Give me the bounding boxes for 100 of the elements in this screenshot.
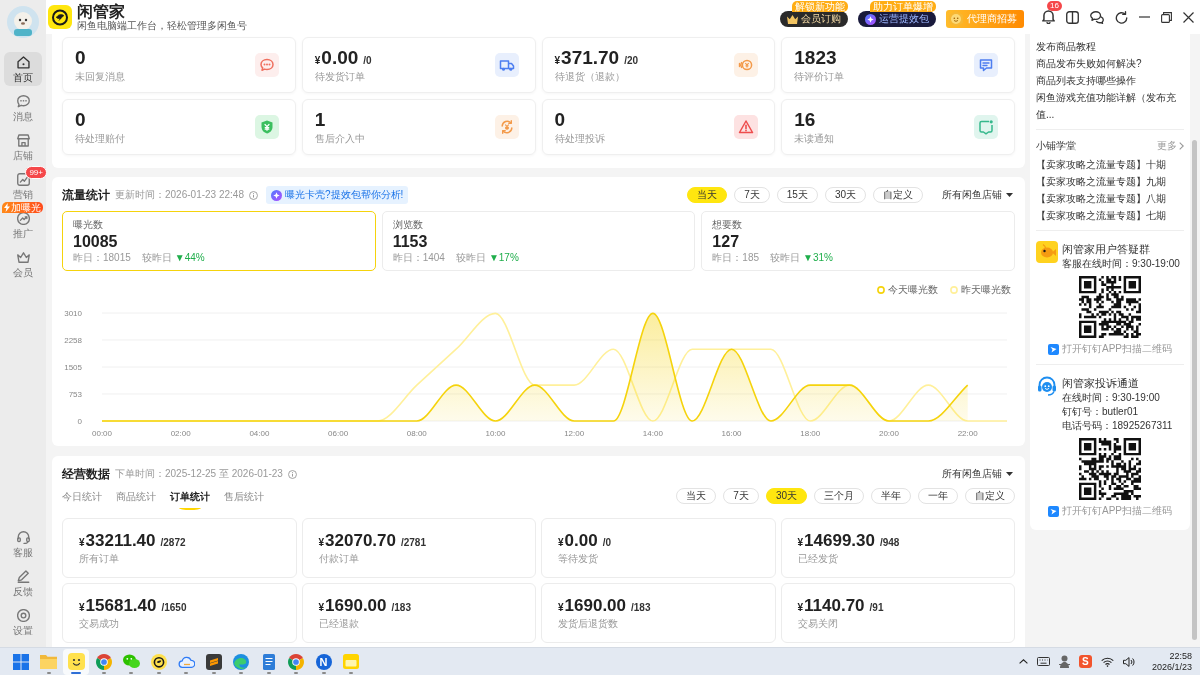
nav-item[interactable]: 设置 bbox=[4, 605, 42, 639]
range-pill[interactable]: 自定义 bbox=[965, 488, 1015, 504]
range-pill[interactable]: 当天 bbox=[687, 187, 728, 203]
order-count: /2872 bbox=[160, 537, 186, 548]
yesterday-value: 昨日：1404 bbox=[392, 251, 445, 264]
promo-button[interactable]: 会员订购 bbox=[780, 11, 848, 27]
promo-button[interactable]: 运营提效包 bbox=[858, 11, 936, 27]
medal-icon bbox=[948, 11, 964, 27]
metric-card[interactable]: 曝光数 10085 昨日：18015 较昨日 ▼44% bbox=[62, 211, 376, 271]
range-pill[interactable]: 7天 bbox=[734, 187, 770, 203]
help-link[interactable]: 发布商品教程 bbox=[1036, 38, 1184, 55]
help-link[interactable]: 闲鱼游戏充值功能详解（发布充值... bbox=[1036, 89, 1184, 123]
chat-icon bbox=[16, 94, 30, 108]
yesterday-value: 昨日：185 bbox=[712, 251, 759, 264]
change-value: ▼31% bbox=[803, 251, 833, 264]
scrollbar[interactable] bbox=[1192, 140, 1197, 640]
axis-label: 753 bbox=[68, 390, 82, 399]
range-pill[interactable]: 三个月 bbox=[814, 488, 864, 504]
course-link[interactable]: 【卖家攻略之流量专题】八期 bbox=[1036, 190, 1184, 207]
figure-icon[interactable] bbox=[1058, 655, 1070, 668]
metric-card[interactable]: 浏览数 1153 昨日：1404 较昨日 ▼17% bbox=[381, 211, 696, 271]
store-dropdown[interactable]: 所有闲鱼店铺 bbox=[940, 188, 1015, 202]
tab[interactable]: 售后统计 bbox=[224, 491, 264, 510]
change-value: ▼17% bbox=[488, 251, 519, 264]
refresh-icon[interactable] bbox=[1115, 10, 1128, 24]
axis-label: 12:00 bbox=[564, 429, 585, 438]
smile-tile-icon bbox=[67, 653, 85, 670]
restore-icon[interactable] bbox=[1161, 11, 1172, 23]
range-pill[interactable]: 15天 bbox=[776, 187, 818, 203]
range-pill[interactable]: 半年 bbox=[871, 488, 911, 504]
axis-label: 2258 bbox=[64, 336, 82, 345]
stat-value: 15681.40 bbox=[85, 596, 157, 616]
qr-code bbox=[1079, 276, 1141, 338]
store-dropdown[interactable]: 所有闲鱼店铺 bbox=[940, 467, 1015, 481]
promo-tag: 解锁新功能 bbox=[792, 1, 848, 12]
stat-label: 待处理赔付 bbox=[75, 133, 125, 145]
info-icon bbox=[287, 469, 297, 479]
app-title: 闲管家 bbox=[77, 2, 125, 20]
taskbar-button[interactable]: N bbox=[310, 648, 337, 675]
range-pill[interactable]: 7天 bbox=[723, 488, 759, 504]
nav-item[interactable]: 反馈 bbox=[4, 566, 42, 600]
stat-value: 33211.40 bbox=[85, 531, 156, 551]
nav-item[interactable]: 店铺 bbox=[4, 130, 42, 164]
tab[interactable]: 今日统计 bbox=[62, 491, 102, 510]
range-pill[interactable]: 当天 bbox=[676, 488, 717, 504]
tab[interactable]: 商品统计 bbox=[116, 491, 156, 510]
stat-label: 所有订单 bbox=[79, 553, 120, 565]
chevron-right-icon bbox=[1179, 142, 1184, 150]
split-view-icon[interactable] bbox=[1066, 10, 1079, 24]
axis-label: 00:00 bbox=[92, 429, 112, 438]
range-pill[interactable]: 一年 bbox=[918, 488, 958, 504]
wifi-icon[interactable] bbox=[1100, 656, 1114, 667]
metric-card[interactable]: 想要数 127 昨日：185 较昨日 ▼31% bbox=[701, 211, 1015, 271]
chat-bubbles-icon[interactable] bbox=[1090, 10, 1104, 24]
order-count: /0 bbox=[363, 55, 372, 66]
chevron-up-icon[interactable] bbox=[1018, 659, 1028, 664]
section-title: 流量统计 bbox=[62, 186, 110, 204]
help-link[interactable]: 商品发布失败如何解决? bbox=[1036, 55, 1184, 72]
tri-ring-icon bbox=[95, 653, 112, 670]
tab[interactable]: 订单统计 bbox=[170, 491, 210, 510]
course-link[interactable]: 【卖家攻略之流量专题】九期 bbox=[1036, 173, 1184, 190]
analysis-tip-button[interactable]: 曝光卡壳?提效包帮你分析! bbox=[265, 186, 409, 204]
stat-label: 待退货（退款） bbox=[554, 71, 626, 83]
count-badge: 99+ bbox=[25, 166, 47, 179]
help-link[interactable]: 商品列表支持哪些操作 bbox=[1036, 72, 1184, 89]
stat-value: 0 bbox=[75, 109, 86, 131]
orb-icon bbox=[865, 13, 876, 25]
nav-item[interactable]: 客服 bbox=[4, 527, 42, 561]
notepad-icon bbox=[262, 653, 275, 670]
course-link[interactable]: 【卖家攻略之流量专题】七期 bbox=[1036, 207, 1184, 224]
group-title: 闲管家投诉通道 bbox=[1062, 376, 1140, 391]
nav-item[interactable]: 首页 bbox=[4, 52, 42, 86]
promo-badge-label: 加曝光 bbox=[11, 202, 41, 213]
nav-item[interactable]: 消息 bbox=[4, 91, 42, 125]
range-pill[interactable]: 30天 bbox=[765, 488, 807, 504]
metric-value: 127 bbox=[712, 231, 740, 251]
metric-label: 浏览数 bbox=[392, 218, 423, 231]
stat-value: 0 bbox=[75, 47, 86, 69]
keyboard-icon[interactable] bbox=[1036, 657, 1050, 666]
avatar-icon bbox=[7, 6, 39, 38]
stat-label: 售后介入中 bbox=[314, 133, 365, 145]
course-link[interactable]: 【卖家攻略之流量专题】十期 bbox=[1036, 156, 1184, 173]
message-icon bbox=[974, 115, 998, 139]
stat-label: 待评价订单 bbox=[794, 71, 845, 83]
close-icon[interactable] bbox=[1183, 11, 1194, 23]
stat-label: 交易关闭 bbox=[797, 618, 839, 630]
app-subtitle: 闲鱼电脑端工作台，轻松管理多闲鱼号 bbox=[77, 19, 247, 32]
metric-value: 1153 bbox=[392, 231, 428, 251]
currency-sign: ¥ bbox=[558, 602, 564, 613]
axis-label: 06:00 bbox=[328, 429, 349, 438]
speaker-icon[interactable] bbox=[1122, 656, 1135, 667]
nav-item[interactable]: 会员 bbox=[4, 247, 42, 281]
range-pill[interactable]: 30天 bbox=[824, 187, 866, 203]
axis-label: 3010 bbox=[64, 309, 82, 318]
stat-label: 付款订单 bbox=[318, 553, 360, 565]
legend-label: 今天曝光数 bbox=[888, 283, 938, 297]
order-count: /183 bbox=[391, 602, 411, 613]
bell-icon[interactable] bbox=[1042, 10, 1055, 24]
range-pill[interactable]: 自定义 bbox=[873, 187, 923, 203]
group-info: 在线时间：9:30-19:00 bbox=[1062, 391, 1161, 405]
